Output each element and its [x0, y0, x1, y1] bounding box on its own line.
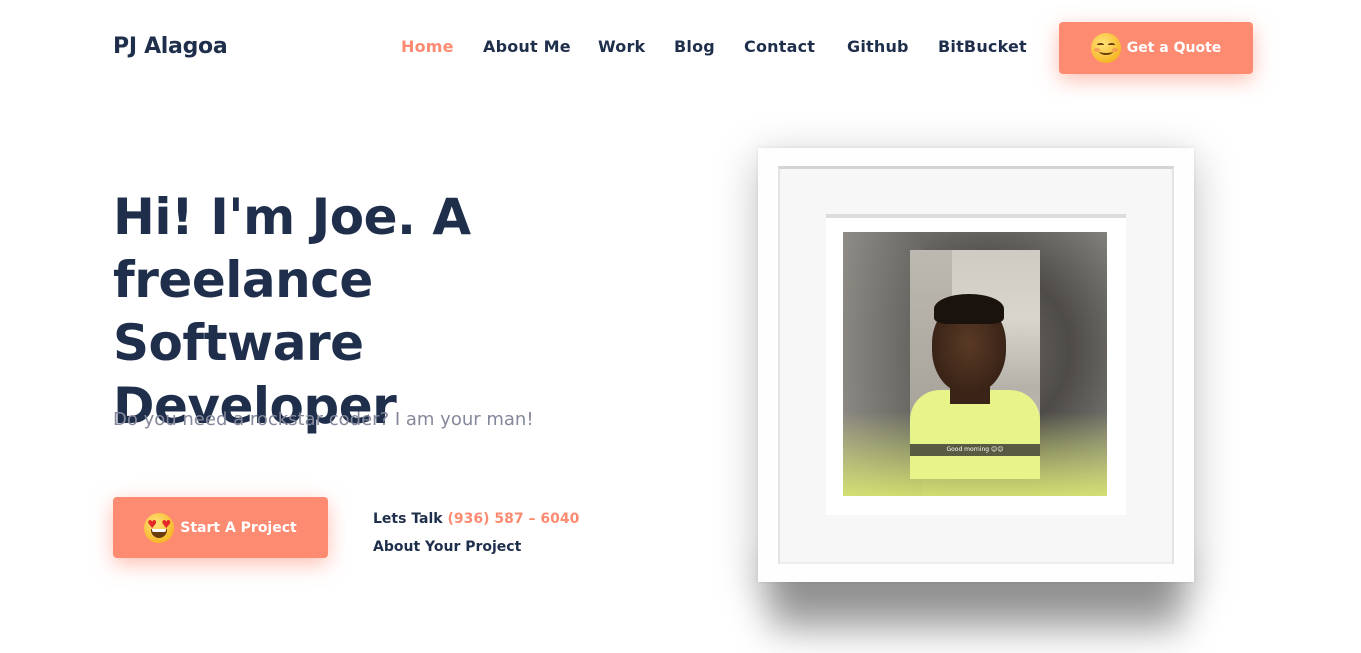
hero-headline: Hi! I'm Joe. A freelance Software Develo… — [113, 186, 633, 438]
nav-about-me[interactable]: About Me — [483, 37, 571, 56]
nav-bitbucket[interactable]: BitBucket — [938, 37, 1027, 56]
snap-caption: Good morning 😊😊 — [910, 444, 1040, 456]
get-a-quote-label: Get a Quote — [1126, 40, 1222, 56]
selfie-screenshot: Good morning 😊😊 — [910, 250, 1040, 479]
talk-suffix: About Your Project — [373, 539, 522, 555]
nav-work[interactable]: Work — [598, 37, 645, 56]
nav-github[interactable]: Github — [847, 37, 909, 56]
portrait-photo: Good morning 😊😊 — [843, 232, 1107, 496]
headline-line-1: Hi! I'm Joe. A — [113, 188, 471, 246]
start-a-project-label: Start A Project — [180, 519, 297, 536]
contact-callout: Lets Talk (936) 587 – 6040 About Your Pr… — [373, 505, 579, 561]
frame-mat: Good morning 😊😊 — [826, 214, 1126, 515]
get-a-quote-button[interactable]: Get a Quote — [1059, 22, 1253, 74]
start-a-project-button[interactable]: ♥ ♥ Start A Project — [113, 497, 328, 558]
nav-contact[interactable]: Contact — [744, 37, 815, 56]
heart-eyes-face-icon: ♥ ♥ — [144, 512, 175, 543]
phone-number-link[interactable]: (936) 587 – 6040 — [448, 511, 580, 527]
smiling-face-icon — [1090, 33, 1121, 63]
hero-subtitle: Do you need a rockstar coder? I am your … — [113, 409, 534, 430]
talk-prefix: Lets Talk — [373, 511, 443, 527]
nav-blog[interactable]: Blog — [674, 37, 715, 56]
site-logo[interactable]: PJ Alagoa — [113, 34, 228, 59]
portrait-frame: Good morning 😊😊 — [758, 148, 1194, 582]
nav-home[interactable]: Home — [401, 37, 454, 56]
headline-line-2: freelance Software — [113, 251, 373, 372]
frame-inner: Good morning 😊😊 — [778, 166, 1174, 564]
